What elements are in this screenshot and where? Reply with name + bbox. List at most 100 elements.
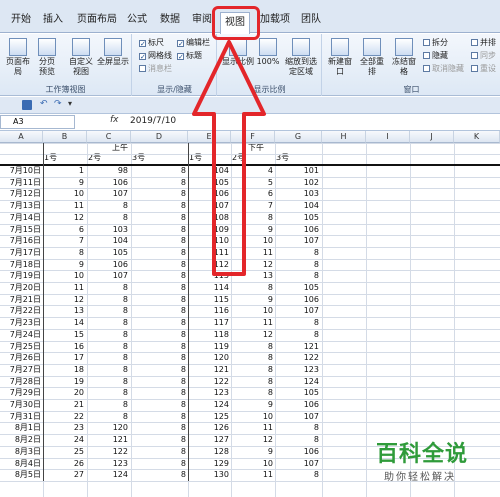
- value-cell[interactable]: 12: [74, 295, 84, 305]
- value-cell[interactable]: 107: [304, 306, 319, 316]
- tab-home[interactable]: 开始: [8, 10, 34, 30]
- tab-page-layout[interactable]: 页面布局: [76, 10, 118, 30]
- undo-icon[interactable]: ↶: [40, 99, 48, 109]
- value-cell[interactable]: 8: [123, 201, 128, 211]
- tab-formulas[interactable]: 公式: [124, 10, 150, 30]
- value-cell[interactable]: 122: [214, 377, 229, 387]
- value-cell[interactable]: 107: [304, 459, 319, 469]
- page-layout-view-button[interactable]: 页面布局: [4, 38, 32, 77]
- value-cell[interactable]: 8: [123, 213, 128, 223]
- function-icon[interactable]: fx: [110, 115, 119, 125]
- value-cell[interactable]: 114: [214, 283, 229, 293]
- value-cell[interactable]: 8: [123, 388, 128, 398]
- value-cell[interactable]: 9: [79, 178, 84, 188]
- date-cell[interactable]: 7月28日: [10, 377, 41, 387]
- tab-data[interactable]: 数据: [157, 10, 183, 30]
- value-cell[interactable]: 11: [263, 423, 273, 433]
- value-cell[interactable]: 8: [181, 330, 186, 340]
- date-cell[interactable]: 7月14日: [10, 213, 41, 223]
- value-cell[interactable]: 21: [74, 400, 84, 410]
- name-box[interactable]: A3: [0, 115, 75, 129]
- value-cell[interactable]: 15: [74, 330, 84, 340]
- side-by-side-button[interactable]: 并排: [471, 38, 496, 48]
- value-cell[interactable]: 106: [304, 225, 319, 235]
- column-header-H[interactable]: H: [322, 131, 366, 143]
- value-cell[interactable]: 8: [181, 447, 186, 457]
- value-cell[interactable]: 26: [74, 459, 84, 469]
- value-cell[interactable]: 107: [113, 189, 128, 199]
- value-cell[interactable]: 11: [74, 283, 84, 293]
- value-cell[interactable]: 106: [304, 400, 319, 410]
- date-cell[interactable]: 7月25日: [10, 342, 41, 352]
- unhide-button[interactable]: 取消隐藏: [423, 64, 464, 74]
- value-cell[interactable]: 8: [314, 260, 319, 270]
- value-cell[interactable]: 123: [113, 459, 128, 469]
- customize-qat-icon[interactable]: ▾: [68, 99, 72, 108]
- tab-addins[interactable]: 加载项: [258, 10, 292, 30]
- value-cell[interactable]: 103: [113, 225, 128, 235]
- value-cell[interactable]: 9: [268, 447, 273, 457]
- full-screen-button[interactable]: 全屏显示: [96, 38, 130, 67]
- date-cell[interactable]: 7月16日: [10, 236, 41, 246]
- value-cell[interactable]: 24: [74, 435, 84, 445]
- value-cell[interactable]: 8: [181, 423, 186, 433]
- value-cell[interactable]: 17: [74, 353, 84, 363]
- date-cell[interactable]: 7月11日: [10, 178, 41, 188]
- value-cell[interactable]: 106: [304, 447, 319, 457]
- value-cell[interactable]: 8: [181, 178, 186, 188]
- tab-insert[interactable]: 插入: [40, 10, 66, 30]
- value-cell[interactable]: 125: [214, 412, 229, 422]
- value-cell[interactable]: 8: [268, 377, 273, 387]
- value-cell[interactable]: 106: [113, 260, 128, 270]
- date-cell[interactable]: 7月30日: [10, 400, 41, 410]
- value-cell[interactable]: 8: [268, 365, 273, 375]
- date-cell[interactable]: 7月31日: [10, 412, 41, 422]
- value-cell[interactable]: 8: [314, 248, 319, 258]
- value-cell[interactable]: 8: [181, 189, 186, 199]
- value-cell[interactable]: 8: [314, 470, 319, 480]
- hide-button[interactable]: 隐藏: [423, 51, 448, 61]
- value-cell[interactable]: 117: [214, 318, 229, 328]
- value-cell[interactable]: 107: [304, 236, 319, 246]
- value-cell[interactable]: 122: [113, 447, 128, 457]
- freeze-panes-button[interactable]: 冻结窗格: [389, 38, 419, 77]
- value-cell[interactable]: 107: [304, 412, 319, 422]
- value-cell[interactable]: 10: [263, 306, 273, 316]
- value-cell[interactable]: 104: [113, 236, 128, 246]
- value-cell[interactable]: 8: [123, 365, 128, 375]
- tab-team[interactable]: 团队: [298, 10, 324, 30]
- value-cell[interactable]: 107: [113, 271, 128, 281]
- value-cell[interactable]: 8: [123, 295, 128, 305]
- value-cell[interactable]: 129: [214, 459, 229, 469]
- value-cell[interactable]: 126: [214, 423, 229, 433]
- split-button[interactable]: 拆分: [423, 38, 448, 48]
- date-cell[interactable]: 7月19日: [10, 271, 41, 281]
- formula-input[interactable]: 2019/7/10: [130, 116, 176, 126]
- value-cell[interactable]: 11: [263, 318, 273, 328]
- value-cell[interactable]: 8: [181, 377, 186, 387]
- value-cell[interactable]: 115: [214, 295, 229, 305]
- date-cell[interactable]: 8月4日: [15, 459, 41, 469]
- value-cell[interactable]: 8: [268, 283, 273, 293]
- value-cell[interactable]: 8: [123, 330, 128, 340]
- value-cell[interactable]: 11: [263, 470, 273, 480]
- value-cell[interactable]: 127: [214, 435, 229, 445]
- value-cell[interactable]: 8: [181, 470, 186, 480]
- value-cell[interactable]: 9: [268, 400, 273, 410]
- column-header-J[interactable]: J: [410, 131, 454, 143]
- zoom-to-selection-button[interactable]: 缩放到选定区域: [282, 38, 320, 77]
- date-cell[interactable]: 7月10日: [10, 166, 41, 176]
- value-cell[interactable]: 8: [314, 318, 319, 328]
- value-cell[interactable]: 12: [263, 330, 273, 340]
- value-cell[interactable]: 8: [181, 213, 186, 223]
- value-cell[interactable]: 8: [79, 248, 84, 258]
- value-cell[interactable]: 8: [181, 201, 186, 211]
- column-header-C[interactable]: C: [87, 131, 131, 143]
- value-cell[interactable]: 1: [79, 166, 84, 176]
- date-cell[interactable]: 7月20日: [10, 283, 41, 293]
- date-cell[interactable]: 7月21日: [10, 295, 41, 305]
- value-cell[interactable]: 8: [181, 435, 186, 445]
- value-cell[interactable]: 123: [214, 388, 229, 398]
- value-cell[interactable]: 120: [214, 353, 229, 363]
- value-cell[interactable]: 6: [79, 225, 84, 235]
